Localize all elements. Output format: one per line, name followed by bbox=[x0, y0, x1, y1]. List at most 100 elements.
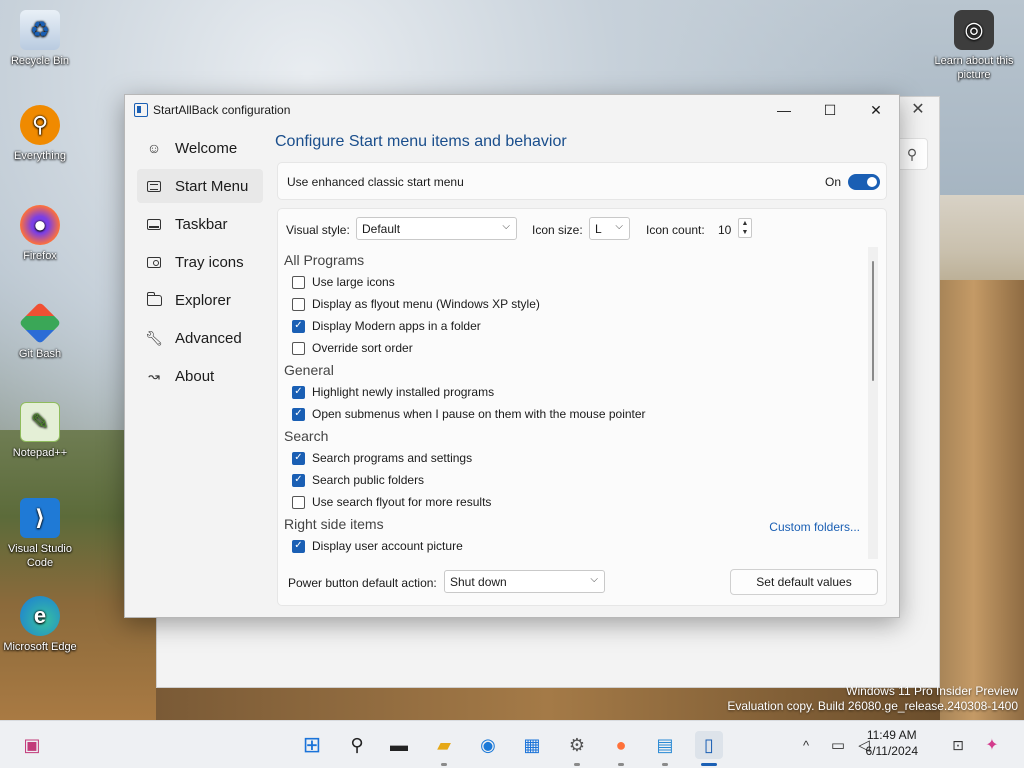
option-label: Display as flyout menu (Windows XP style… bbox=[312, 297, 540, 311]
watermark-line: Evaluation copy. Build 26080.ge_release.… bbox=[727, 699, 1018, 713]
nav-item-welcome[interactable]: ☺ Welcome bbox=[137, 131, 263, 165]
icon-count-stepper[interactable]: 10 ▲ ▼ bbox=[716, 217, 758, 240]
checkbox-checked[interactable]: ✓ bbox=[292, 473, 305, 487]
minimize-button[interactable]: — bbox=[761, 95, 807, 125]
maximize-button[interactable]: ☐ bbox=[807, 95, 853, 125]
checkbox-checked[interactable]: ✓ bbox=[292, 319, 305, 333]
desktop-icon-firefox[interactable]: ● Firefox bbox=[0, 205, 80, 263]
nav-item-start-menu[interactable]: Start Menu bbox=[137, 169, 263, 203]
desktop-icon-label: Firefox bbox=[23, 250, 57, 262]
option-display-as-flyout[interactable]: Display as flyout menu (Windows XP style… bbox=[284, 293, 862, 315]
visual-style-label: Visual style: bbox=[286, 223, 350, 237]
section-title: Right side items bbox=[284, 516, 384, 532]
settings-gear-icon[interactable]: ⚙ bbox=[563, 731, 591, 759]
camera-icon: ◎ bbox=[954, 10, 994, 50]
copilot-widget-icon[interactable]: ▣ bbox=[18, 731, 46, 759]
section-all-programs: All Programs bbox=[284, 252, 365, 268]
section-right-side-items: Right side items Custom folders... bbox=[284, 513, 862, 535]
enhanced-start-menu-toggle[interactable] bbox=[848, 174, 880, 190]
checkbox[interactable] bbox=[292, 297, 305, 311]
option-search-flyout[interactable]: Use search flyout for more results bbox=[284, 491, 862, 513]
network-icon[interactable]: ▭ bbox=[824, 731, 852, 759]
section-general: General bbox=[284, 362, 334, 378]
notification-icon[interactable]: ⊡ bbox=[944, 731, 972, 759]
desktop-icon-label: Git Bash bbox=[18, 348, 62, 360]
nav-item-label: Taskbar bbox=[175, 215, 228, 233]
desktop-learn-about-picture[interactable]: ◎ Learn about this picture bbox=[934, 10, 1014, 82]
tray-icon bbox=[145, 253, 163, 271]
search-icon[interactable]: ⚲ bbox=[343, 731, 371, 759]
copilot-icon[interactable]: ✦ bbox=[978, 731, 1006, 759]
vscode-icon: ⟩ bbox=[20, 498, 60, 538]
edge-icon: e bbox=[20, 596, 60, 636]
icon-size-select[interactable]: L ⌵ bbox=[589, 217, 630, 240]
checkbox[interactable] bbox=[292, 341, 305, 355]
tray-chevron-icon[interactable]: ^ bbox=[792, 731, 820, 759]
clock-time: 11:49 AM bbox=[866, 728, 917, 742]
checkbox-checked[interactable]: ✓ bbox=[292, 539, 305, 553]
checkbox[interactable] bbox=[292, 275, 305, 289]
option-search-public-folders[interactable]: ✓ Search public folders bbox=[284, 469, 862, 491]
taskbar-icon bbox=[145, 215, 163, 233]
background-window-close-icon[interactable]: ✕ bbox=[904, 98, 932, 122]
option-label: Use search flyout for more results bbox=[312, 495, 492, 509]
option-open-submenus-on-pause[interactable]: ✓ Open submenus when I pause on them wit… bbox=[284, 403, 862, 425]
edge-taskbar-icon[interactable]: ◉ bbox=[474, 731, 502, 759]
about-icon: ↝ bbox=[148, 367, 160, 384]
power-button-select[interactable]: Shut down ⌵ bbox=[444, 570, 605, 593]
enhanced-start-menu-label: Use enhanced classic start menu bbox=[287, 175, 464, 189]
checkbox-checked[interactable]: ✓ bbox=[292, 385, 305, 399]
spin-up-icon[interactable]: ▲ bbox=[739, 219, 751, 228]
desktop-icon-notepad-plus-plus[interactable]: ✎ Notepad++ bbox=[0, 402, 80, 460]
store-icon[interactable]: ▦ bbox=[518, 731, 546, 759]
option-modern-apps-folder[interactable]: ✓ Display Modern apps in a folder bbox=[284, 315, 862, 337]
desktop-icon-git-bash[interactable]: Git Bash bbox=[0, 301, 80, 361]
startallback-taskbar-icon[interactable]: ▯ bbox=[695, 731, 723, 759]
background-window-search-icon[interactable]: ⚲ bbox=[896, 138, 928, 170]
nav-item-taskbar[interactable]: Taskbar bbox=[137, 207, 263, 241]
nav-item-advanced[interactable]: 🔧︎ Advanced bbox=[137, 321, 263, 355]
desktop-icon-label: Everything bbox=[14, 150, 66, 162]
enhanced-start-menu-state: On bbox=[825, 175, 842, 189]
desktop-icon-recycle-bin[interactable]: ♻ Recycle Bin bbox=[0, 10, 80, 68]
desktop-icon-everything[interactable]: ⚲ Everything bbox=[0, 105, 80, 163]
firefox-taskbar-icon[interactable]: ● bbox=[607, 731, 635, 759]
icon-count-arrows[interactable]: ▲ ▼ bbox=[738, 218, 752, 238]
option-use-large-icons[interactable]: Use large icons bbox=[284, 271, 862, 293]
nav-item-about[interactable]: ↝ About bbox=[137, 359, 263, 393]
option-label: Display user account picture bbox=[312, 539, 463, 553]
nav-item-label: Explorer bbox=[175, 291, 231, 309]
options-scrollbar[interactable] bbox=[868, 247, 878, 559]
chevron-down-icon: ⌵ bbox=[615, 221, 623, 232]
icon-count-label: Icon count: bbox=[646, 223, 705, 237]
nav-item-tray-icons[interactable]: Tray icons bbox=[137, 245, 263, 279]
desktop-icon-vscode[interactable]: ⟩ Visual Studio Code bbox=[0, 498, 80, 570]
task-view-icon[interactable]: ▬ bbox=[385, 731, 413, 759]
desktop-icon-label: Notepad++ bbox=[12, 447, 68, 459]
set-default-values-button[interactable]: Set default values bbox=[730, 569, 878, 595]
option-search-programs-settings[interactable]: ✓ Search programs and settings bbox=[284, 447, 862, 469]
desktop-icon-label: Visual Studio Code bbox=[7, 543, 72, 569]
running-indicator bbox=[441, 763, 447, 766]
scrollbar-thumb[interactable] bbox=[872, 261, 874, 381]
checkbox-checked[interactable]: ✓ bbox=[292, 451, 305, 465]
option-label: Search public folders bbox=[312, 473, 425, 487]
desktop-icon-edge[interactable]: e Microsoft Edge bbox=[0, 596, 80, 654]
option-display-user-picture[interactable]: ✓ Display user account picture bbox=[284, 535, 862, 557]
desktop-icon-label: Microsoft Edge bbox=[3, 641, 77, 653]
control-panel-icon[interactable]: ▤ bbox=[651, 731, 679, 759]
option-override-sort-order[interactable]: Override sort order bbox=[284, 337, 862, 359]
checkbox[interactable] bbox=[292, 495, 305, 509]
checkbox-checked[interactable]: ✓ bbox=[292, 407, 305, 421]
taskbar-clock[interactable]: 11:49 AM 6/11/2024 bbox=[866, 727, 919, 759]
visual-style-select[interactable]: Default ⌵ bbox=[356, 217, 517, 240]
title-bar[interactable]: StartAllBack configuration — ☐ ✕ bbox=[125, 95, 899, 125]
visual-style-value: Default bbox=[362, 222, 401, 236]
option-label: Highlight newly installed programs bbox=[312, 385, 495, 399]
start-button-icon[interactable]: ⊞ bbox=[298, 731, 326, 759]
file-explorer-icon[interactable]: ▰ bbox=[430, 731, 458, 759]
spin-down-icon[interactable]: ▼ bbox=[739, 228, 751, 237]
nav-item-explorer[interactable]: Explorer bbox=[137, 283, 263, 317]
close-button[interactable]: ✕ bbox=[853, 95, 899, 125]
option-highlight-new-programs[interactable]: ✓ Highlight newly installed programs bbox=[284, 381, 862, 403]
